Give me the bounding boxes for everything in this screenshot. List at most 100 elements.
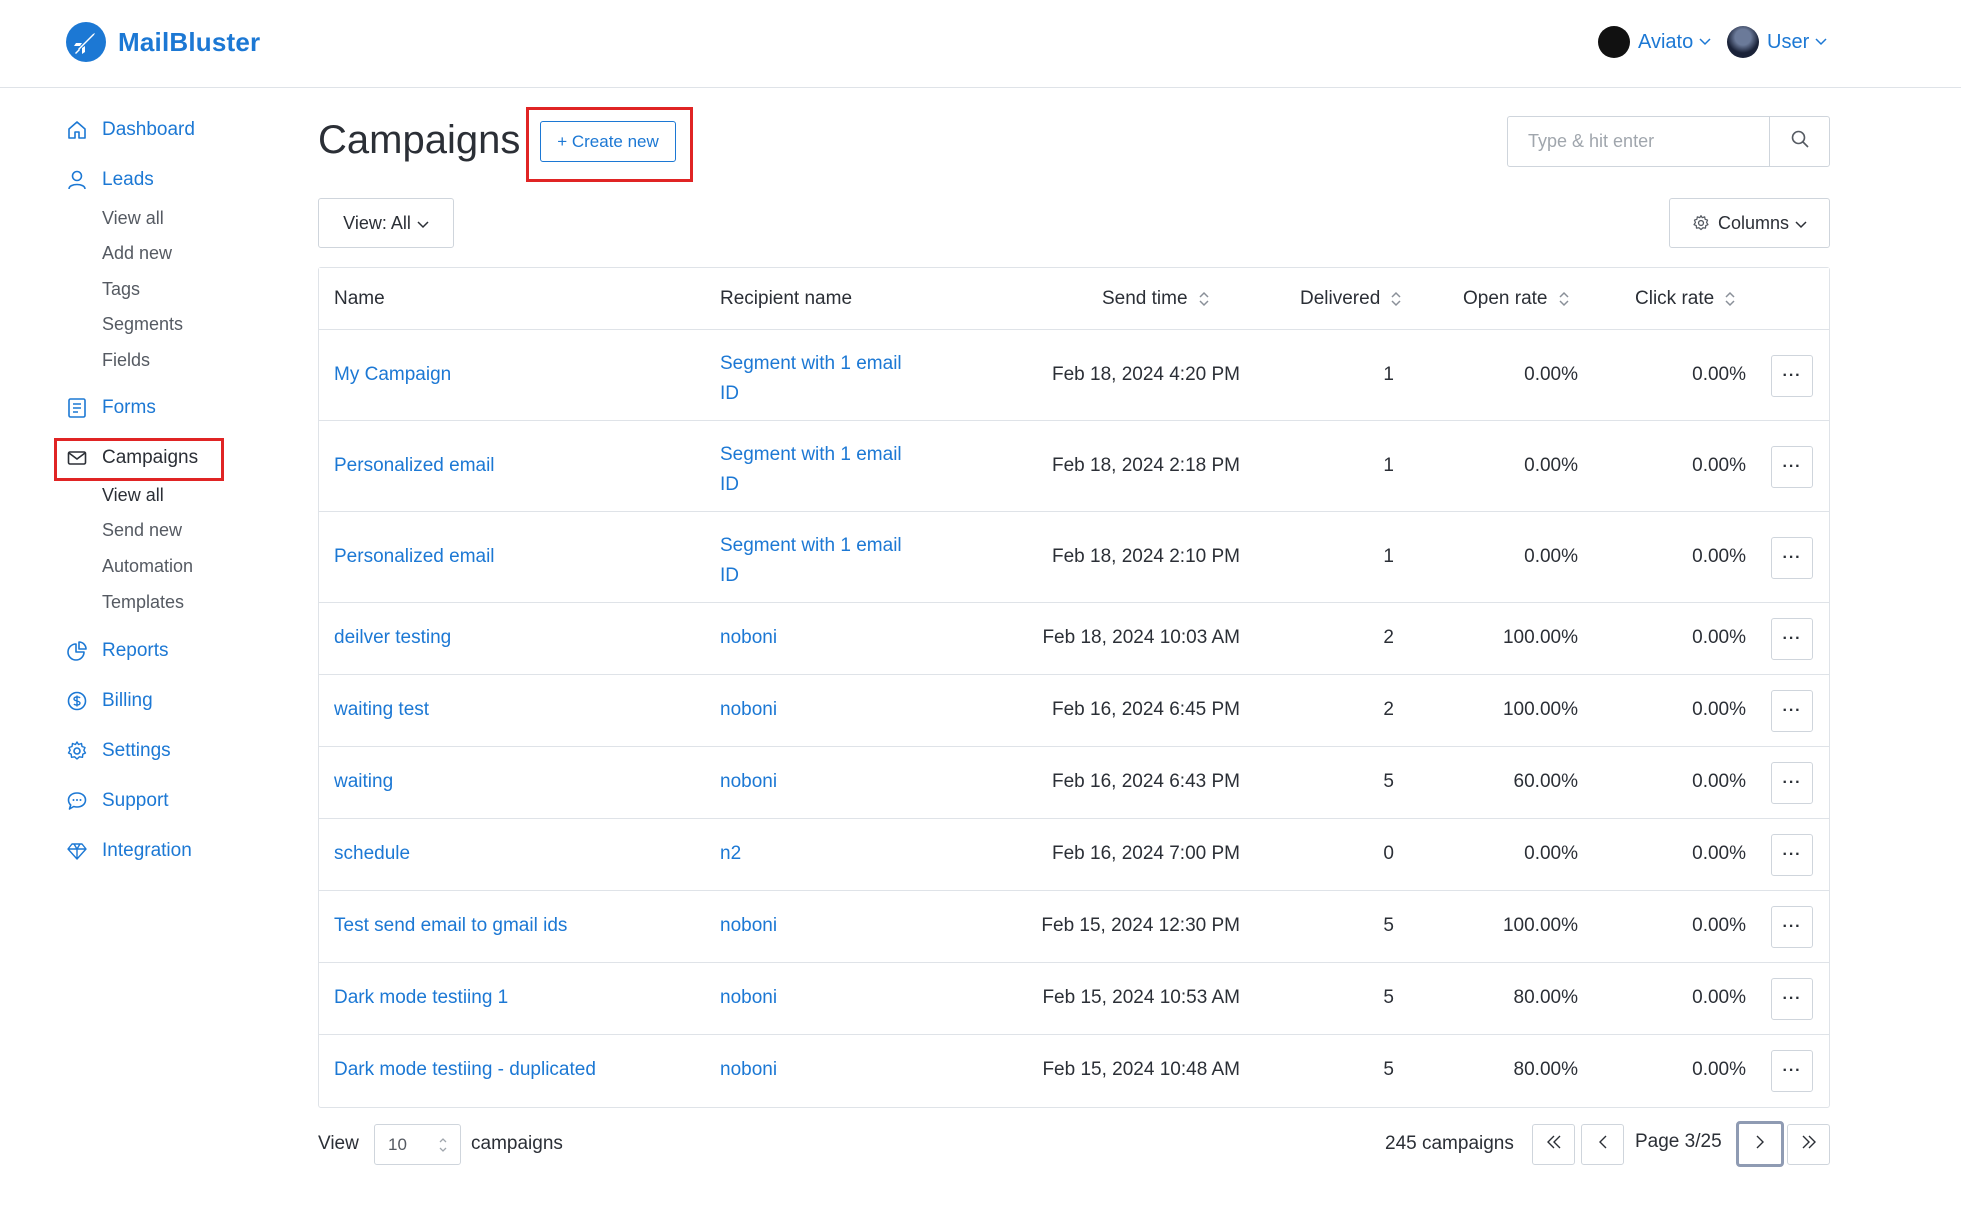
row-actions-button[interactable]: ··· xyxy=(1771,446,1813,488)
previous-page-button[interactable] xyxy=(1581,1124,1624,1165)
row-actions-button[interactable]: ··· xyxy=(1771,537,1813,579)
recipient-link[interactable]: noboni xyxy=(720,915,777,937)
sort-icon xyxy=(1199,291,1209,307)
more-horizontal-icon: ··· xyxy=(1782,918,1802,935)
brand-logo[interactable]: MailBluster xyxy=(66,22,260,62)
chat-icon xyxy=(66,790,88,812)
brand-name: MailBluster xyxy=(118,26,261,57)
send-time: Feb 15, 2024 10:48 AM xyxy=(1042,1059,1240,1080)
workspace-avatar xyxy=(1598,26,1630,58)
campaign-name-link[interactable]: schedule xyxy=(334,843,410,865)
table-row: schedule n2 Feb 16, 2024 7:00 PM 0 0.00% 0.00… xyxy=(319,819,1829,891)
table-header: Name Recipient name Send time Delivered … xyxy=(319,268,1829,330)
click-rate: 0.00% xyxy=(1692,915,1746,936)
sidebar-subitem-leads-add-new[interactable]: Add new xyxy=(102,243,172,264)
row-actions-button[interactable]: ··· xyxy=(1771,618,1813,660)
send-time: Feb 16, 2024 6:45 PM xyxy=(1051,699,1240,720)
delivered-count: 2 xyxy=(1383,627,1394,648)
spinner-arrows-icon[interactable] xyxy=(438,1135,448,1157)
sidebar-subitem-leads-view-all[interactable]: View all xyxy=(102,208,164,229)
sidebar-item-billing[interactable]: Billing xyxy=(66,690,153,712)
recipient-link[interactable]: Segment with 1 email ID xyxy=(720,531,902,591)
send-time: Feb 15, 2024 12:30 PM xyxy=(1041,915,1240,936)
search-button[interactable] xyxy=(1769,117,1829,166)
columns-button[interactable]: Columns xyxy=(1669,198,1830,248)
sidebar-item-settings[interactable]: Settings xyxy=(66,740,171,762)
double-chevron-right-icon xyxy=(1801,1135,1817,1154)
campaign-name-link[interactable]: Dark mode testiing 1 xyxy=(334,987,508,1009)
row-actions-button[interactable]: ··· xyxy=(1771,690,1813,732)
column-header-send-time[interactable]: Send time xyxy=(1102,288,1210,310)
send-time: Feb 16, 2024 6:43 PM xyxy=(1051,771,1240,792)
view-filter-dropdown[interactable]: View: All xyxy=(318,198,454,248)
search-input[interactable] xyxy=(1508,117,1770,166)
sidebar-item-leads[interactable]: Leads xyxy=(66,169,154,191)
sidebar-item-dashboard[interactable]: Dashboard xyxy=(66,119,195,141)
campaign-name-link[interactable]: My Campaign xyxy=(334,364,451,386)
more-horizontal-icon: ··· xyxy=(1782,1062,1802,1079)
sidebar-item-integration[interactable]: Integration xyxy=(66,840,192,862)
sidebar-subitem-segments[interactable]: Segments xyxy=(102,314,183,335)
more-horizontal-icon: ··· xyxy=(1782,630,1802,647)
campaign-name-link[interactable]: deilver testing xyxy=(334,627,451,649)
sidebar-item-reports[interactable]: Reports xyxy=(66,640,169,662)
row-actions-button[interactable]: ··· xyxy=(1771,978,1813,1020)
user-menu[interactable]: User xyxy=(1727,26,1827,58)
row-actions-button[interactable]: ··· xyxy=(1771,355,1813,397)
campaign-name-link[interactable]: waiting xyxy=(334,771,393,793)
sidebar-item-forms[interactable]: Forms xyxy=(66,397,156,419)
pie-chart-icon xyxy=(66,640,88,662)
recipient-link[interactable]: noboni xyxy=(720,699,777,721)
chevron-left-icon xyxy=(1598,1135,1608,1154)
first-page-button[interactable] xyxy=(1532,1124,1575,1165)
row-actions-button[interactable]: ··· xyxy=(1771,834,1813,876)
search-icon xyxy=(1790,129,1810,154)
workspace-switcher[interactable]: Aviato xyxy=(1598,26,1711,58)
column-header-click-rate[interactable]: Click rate xyxy=(1635,288,1736,310)
row-actions-button[interactable]: ··· xyxy=(1771,1050,1813,1092)
recipient-link[interactable]: noboni xyxy=(720,771,777,793)
row-actions-button[interactable]: ··· xyxy=(1771,762,1813,804)
sidebar-subitem-tags[interactable]: Tags xyxy=(102,279,140,300)
campaign-name-link[interactable]: Test send email to gmail ids xyxy=(334,915,567,937)
recipient-link[interactable]: n2 xyxy=(720,843,741,865)
click-rate: 0.00% xyxy=(1692,1059,1746,1080)
recipient-line: Segment with 1 email xyxy=(720,353,902,374)
page-indicator: Page 3/25 xyxy=(1635,1131,1722,1152)
recipient-link[interactable]: noboni xyxy=(720,1059,777,1081)
sidebar-subitem-automation[interactable]: Automation xyxy=(102,556,193,577)
sidebar-item-label: Leads xyxy=(102,169,154,190)
campaign-name-link[interactable]: Personalized email xyxy=(334,546,495,568)
table-row: My Campaign Segment with 1 email ID Feb 18,… xyxy=(319,330,1829,421)
table-row: waiting noboni Feb 16, 2024 6:43 PM 5 60.00%… xyxy=(319,747,1829,819)
sidebar-item-label: Billing xyxy=(102,690,153,711)
sidebar-subitem-templates[interactable]: Templates xyxy=(102,592,184,613)
campaign-name-link[interactable]: Personalized email xyxy=(334,455,495,477)
recipient-link[interactable]: noboni xyxy=(720,627,777,649)
row-actions-button[interactable]: ··· xyxy=(1771,906,1813,948)
next-page-button[interactable] xyxy=(1736,1121,1784,1167)
last-page-button[interactable] xyxy=(1787,1124,1830,1165)
recipient-line: ID xyxy=(720,474,739,495)
click-rate: 0.00% xyxy=(1692,843,1746,864)
sort-icon xyxy=(1725,291,1735,307)
recipient-link[interactable]: Segment with 1 email ID xyxy=(720,349,902,409)
column-header-open-rate[interactable]: Open rate xyxy=(1463,288,1570,310)
recipient-link[interactable]: Segment with 1 email ID xyxy=(720,440,902,500)
column-header-delivered[interactable]: Delivered xyxy=(1300,288,1402,310)
sidebar-item-label: Dashboard xyxy=(102,119,195,140)
sidebar-subitem-fields[interactable]: Fields xyxy=(102,350,150,371)
campaign-name-link[interactable]: waiting test xyxy=(334,699,429,721)
per-page-select[interactable]: 10 xyxy=(374,1124,461,1165)
highlight-box xyxy=(54,438,224,481)
double-chevron-left-icon xyxy=(1546,1135,1562,1154)
gear-icon xyxy=(66,740,88,762)
more-horizontal-icon: ··· xyxy=(1782,774,1802,791)
campaign-name-link[interactable]: Dark mode testiing - duplicated xyxy=(334,1059,596,1081)
chevron-down-icon xyxy=(1815,35,1827,49)
diamond-icon xyxy=(66,840,88,862)
sidebar-subitem-send-new[interactable]: Send new xyxy=(102,520,182,541)
recipient-link[interactable]: noboni xyxy=(720,987,777,1009)
sidebar-subitem-campaigns-view-all[interactable]: View all xyxy=(102,485,164,506)
sidebar-item-support[interactable]: Support xyxy=(66,790,169,812)
